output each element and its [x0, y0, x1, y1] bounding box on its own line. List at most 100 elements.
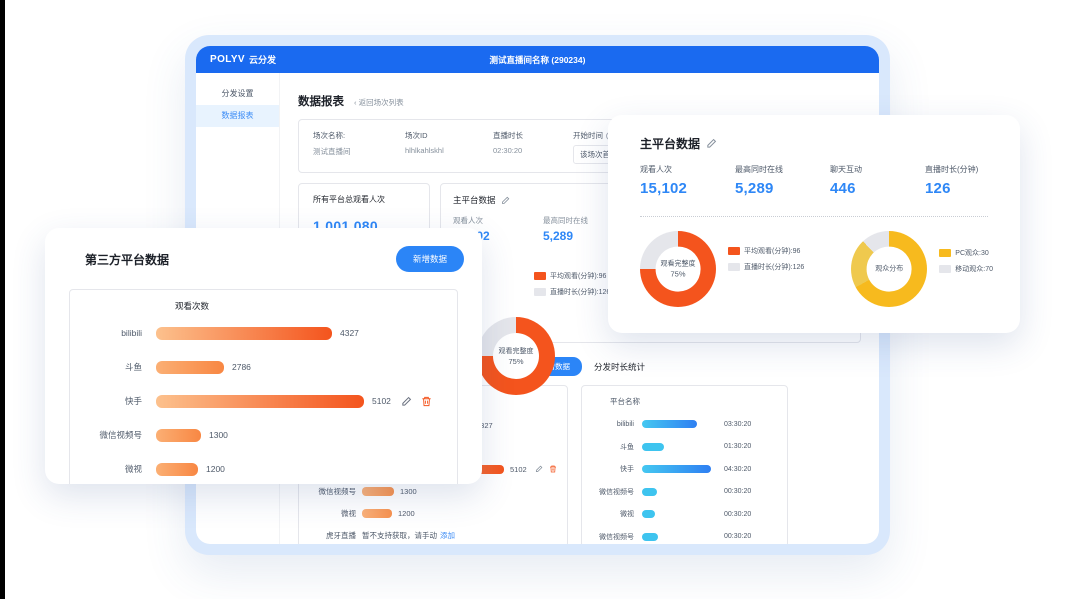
views-value: 5102	[510, 465, 527, 474]
platform-label: 微信视频号	[299, 486, 356, 497]
bar-row: 斗鱼 2786	[70, 350, 457, 384]
third-party-overlay-card: 第三方平台数据 新增数据 观看次数 bilibili 4327 斗鱼 2786 …	[45, 228, 482, 484]
legend-swatch	[728, 263, 740, 271]
session-name-label: 场次名称:	[313, 130, 405, 141]
main-platform-overlay-card: 主平台数据 观看人次 15,102 最高同时在线 5,289 聊天互动 446 …	[608, 115, 1020, 333]
views-bar	[156, 395, 364, 408]
main-platform-title: 主平台数据	[453, 194, 496, 206]
sidebar-item-distribution-settings[interactable]: 分发设置	[196, 83, 279, 105]
legend-label: 移动观众:70	[955, 264, 993, 274]
donut-center-label: 观看完整度	[498, 346, 533, 356]
platform-label: 微视	[582, 509, 634, 519]
unsupported-note: 暂不支持获取，请手动	[362, 530, 437, 541]
completeness-donut: 观看完整度 75%	[640, 231, 716, 307]
legend-label: 直播时长(分钟):126	[744, 262, 804, 272]
legend-label: 直播时长(分钟):126	[550, 287, 610, 297]
platform-label: 快手	[70, 395, 142, 407]
completeness-legend: 平均观看(分钟):96 直播时长(分钟):126	[534, 271, 610, 297]
edit-icon[interactable]	[401, 396, 412, 407]
bar-row: 微信视频号 1300	[70, 418, 457, 452]
session-id-field: 场次ID hlhlkahlskhl	[405, 128, 493, 164]
overlay-card-title: 主平台数据	[640, 135, 700, 152]
legend-swatch	[534, 288, 546, 296]
live-minutes-stat: 直播时长(分钟) 126	[925, 164, 1020, 197]
legend-label: PC观众:30	[955, 248, 988, 258]
session-name-field: 场次名称: 测试直播间	[313, 128, 405, 164]
add-data-button[interactable]: 新增数据	[396, 246, 464, 272]
delete-icon[interactable]	[421, 396, 432, 407]
session-id-label: 场次ID	[405, 130, 493, 141]
platform-label: 快手	[582, 464, 634, 474]
views-value: 15,102	[640, 180, 735, 197]
views-bar	[156, 429, 201, 442]
donut-center-value: 75%	[670, 270, 685, 279]
live-duration-value: 02:30:20	[493, 146, 573, 155]
logo-text: POLYV	[210, 54, 245, 65]
duration-header: 平台名称	[610, 396, 787, 407]
chevron-left-icon: ‹	[354, 98, 357, 107]
chat-interactions-stat: 聊天互动 446	[830, 164, 925, 197]
duration-stats-panel: 平台名称 bilibili 03:30:20 斗鱼 01:30:20 快手	[581, 385, 788, 544]
total-views-label: 所有平台总观看人次	[313, 194, 415, 205]
legend-swatch	[939, 265, 951, 273]
distribution-legend: PC观众:30 移动观众:70	[939, 248, 993, 274]
duration-value: 00:30:20	[724, 533, 751, 540]
legend-swatch	[534, 272, 546, 280]
polyv-logo: POLYV 云分发	[210, 53, 276, 66]
legend-swatch	[728, 247, 740, 255]
overlay-card-title: 第三方平台数据	[85, 251, 169, 268]
platform-label: bilibili	[70, 328, 142, 338]
views-label: 观看人次	[453, 215, 543, 226]
edit-icon[interactable]	[501, 196, 510, 205]
views-stat: 观看人次 15,102	[640, 164, 735, 197]
views-bar	[156, 463, 198, 476]
duration-value: 01:30:20	[724, 443, 751, 450]
duration-row: 微信视频号 00:30:20	[582, 481, 787, 504]
live-minutes-value: 126	[925, 180, 1020, 197]
peak-online-label: 最高同时在线	[735, 164, 830, 175]
edit-icon[interactable]	[706, 138, 717, 149]
sidebar-item-data-report[interactable]: 数据报表	[196, 105, 279, 127]
audience-distribution-donut: 观众分布	[851, 231, 927, 307]
bar-row: 微视 1200	[70, 452, 457, 484]
platform-label: 微信视频号	[582, 487, 634, 497]
platform-label: 微信视频号	[70, 429, 142, 441]
duration-row: 快手 04:30:20	[582, 458, 787, 481]
live-minutes-label: 直播时长(分钟)	[925, 164, 1020, 175]
duration-bar	[642, 420, 697, 428]
views-bar	[362, 487, 394, 496]
views-bar	[156, 327, 332, 340]
live-duration-label: 直播时长	[493, 130, 573, 141]
views-value: 2786	[232, 362, 251, 372]
views-chart-header: 观看次数	[175, 300, 457, 312]
duration-value: 00:30:20	[724, 488, 751, 495]
edit-icon[interactable]	[535, 465, 543, 473]
duration-bar	[642, 443, 664, 451]
delete-icon[interactable]	[549, 465, 557, 473]
views-bar	[156, 361, 224, 374]
back-to-session-list-link[interactable]: ‹ 返回场次列表	[354, 97, 404, 108]
duration-row: 斗鱼 01:30:20	[582, 436, 787, 459]
completeness-legend: 平均观看(分钟):96 直播时长(分钟):126	[728, 246, 804, 272]
chat-interactions-label: 聊天互动	[830, 164, 925, 175]
platform-label: 虎牙直播	[299, 530, 356, 541]
add-manually-link[interactable]: 添加	[440, 530, 455, 541]
donut-center-label: 观众分布	[875, 264, 903, 274]
views-value: 1200	[398, 509, 415, 518]
views-value: 1300	[400, 487, 417, 496]
views-value: 5102	[372, 396, 391, 406]
views-value: 4327	[340, 328, 359, 338]
platform-label: 微信视频号	[582, 532, 634, 542]
duration-row: 微信视频号 00:30:20	[582, 526, 787, 545]
left-edge-strip	[0, 0, 5, 599]
dotted-divider	[640, 216, 988, 217]
unsupported-platform-row: 虎牙直播 暂不支持获取，请手动 添加	[299, 524, 567, 544]
duration-row: 微视 00:30:20	[582, 503, 787, 526]
bar-row: 快手 5102	[70, 384, 457, 418]
page-title: 数据报表	[298, 93, 344, 109]
views-value: 1200	[206, 464, 225, 474]
legend-label: 平均观看(分钟):96	[744, 246, 800, 256]
donut-center-label: 观看完整度	[660, 259, 695, 269]
bar-row: bilibili 4327	[70, 316, 457, 350]
platform-label: 微视	[299, 508, 356, 519]
